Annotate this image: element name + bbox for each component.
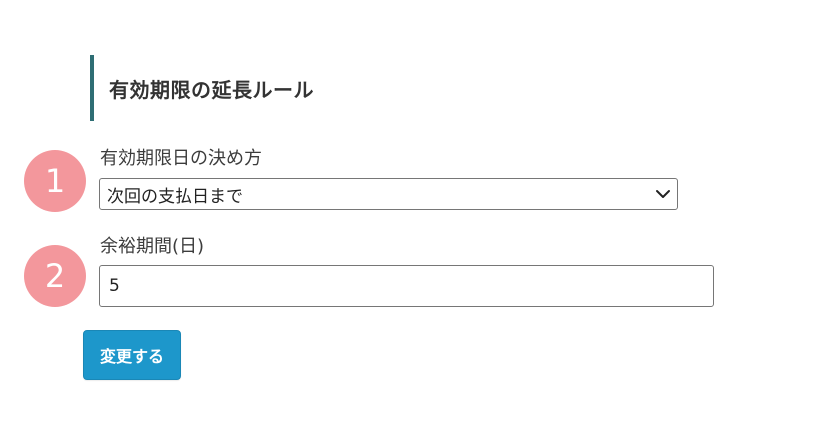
section-title: 有効期限の延長ルール	[109, 77, 314, 102]
page: 有効期限の延長ルール 1 有効期限日の決め方 次回の支払日まで 2 余裕期間(日…	[0, 0, 819, 430]
grace-period-input[interactable]: 5	[99, 265, 714, 307]
submit-button[interactable]: 変更する	[83, 330, 181, 380]
expiry-method-label: 有効期限日の決め方	[100, 148, 262, 169]
step-badge-2: 2	[24, 245, 86, 307]
expiry-method-select[interactable]: 次回の支払日まで	[99, 178, 678, 210]
grace-period-label: 余裕期間(日)	[100, 236, 205, 257]
chevron-down-icon	[656, 190, 670, 198]
expiry-method-selected-value: 次回の支払日まで	[107, 186, 243, 207]
step-badge-1: 1	[24, 150, 86, 212]
grace-period-value: 5	[109, 276, 120, 296]
section-heading: 有効期限の延長ルール	[90, 55, 314, 121]
